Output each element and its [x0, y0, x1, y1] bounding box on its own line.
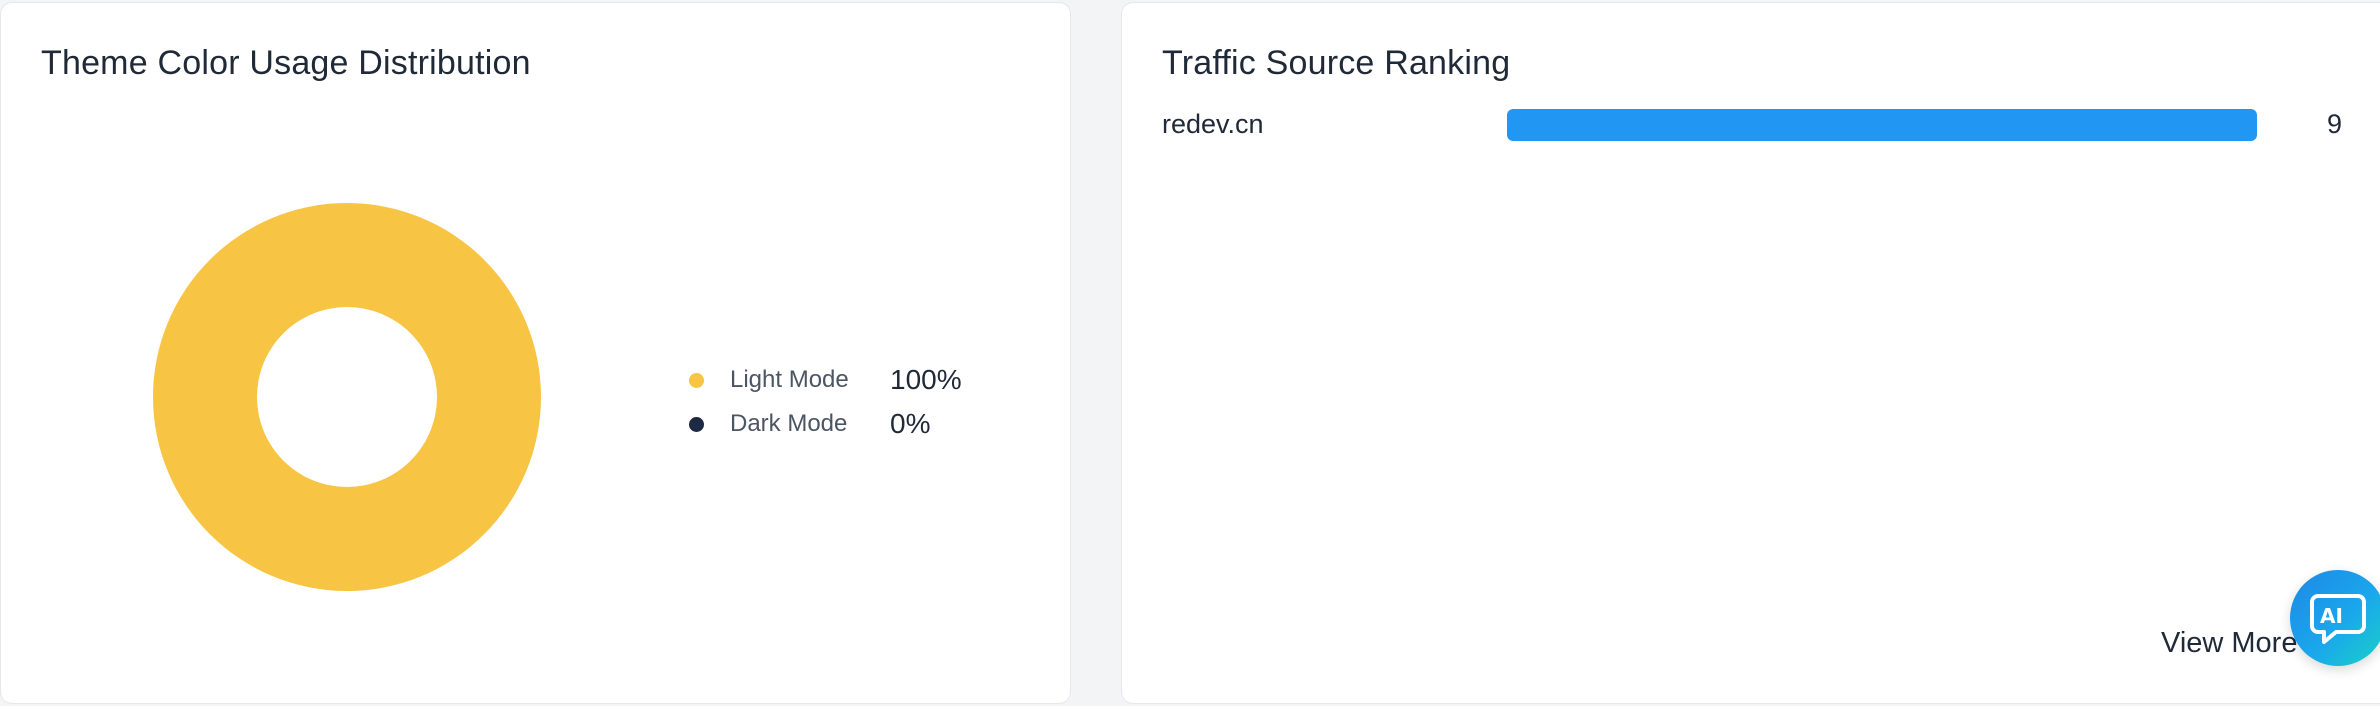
legend-value: 0% — [890, 408, 931, 439]
dashboard-stage: Theme Color Usage Distribution Light Mod… — [0, 0, 2380, 706]
legend-item-dark-mode[interactable]: Dark Mode 0% — [689, 402, 962, 446]
legend-label: Dark Mode — [730, 410, 848, 437]
legend-dot-light-icon — [689, 372, 704, 388]
legend-value: 100% — [890, 364, 962, 395]
ranking-bar-fill — [1507, 109, 2257, 141]
theme-usage-title: Theme Color Usage Distribution — [41, 44, 531, 82]
traffic-ranking-card: Traffic Source Ranking redev.cn 9 View M… — [1121, 2, 2380, 704]
view-more-link[interactable]: View More — [2161, 627, 2297, 660]
legend-dot-dark-icon — [689, 416, 704, 432]
donut-svg — [153, 203, 541, 591]
ranking-row[interactable]: redev.cn 9 — [1162, 107, 2342, 143]
theme-usage-card: Theme Color Usage Distribution Light Mod… — [0, 2, 1071, 704]
ranking-bar-track — [1507, 109, 2257, 141]
legend-item-light-mode[interactable]: Light Mode 100% — [689, 358, 962, 402]
theme-donut-chart — [151, 201, 543, 593]
ranking-source-name: redev.cn — [1162, 109, 1264, 139]
ai-button-label: AI — [2320, 604, 2343, 628]
ai-assistant-button[interactable]: AI — [2290, 570, 2380, 666]
traffic-ranking-title: Traffic Source Ranking — [1162, 44, 1511, 82]
ranking-source-value: 9 — [2326, 109, 2342, 139]
theme-legend: Light Mode 100% Dark Mode 0% — [689, 358, 962, 446]
donut-slice-light-mode[interactable] — [153, 203, 541, 591]
legend-label: Light Mode — [730, 366, 849, 393]
